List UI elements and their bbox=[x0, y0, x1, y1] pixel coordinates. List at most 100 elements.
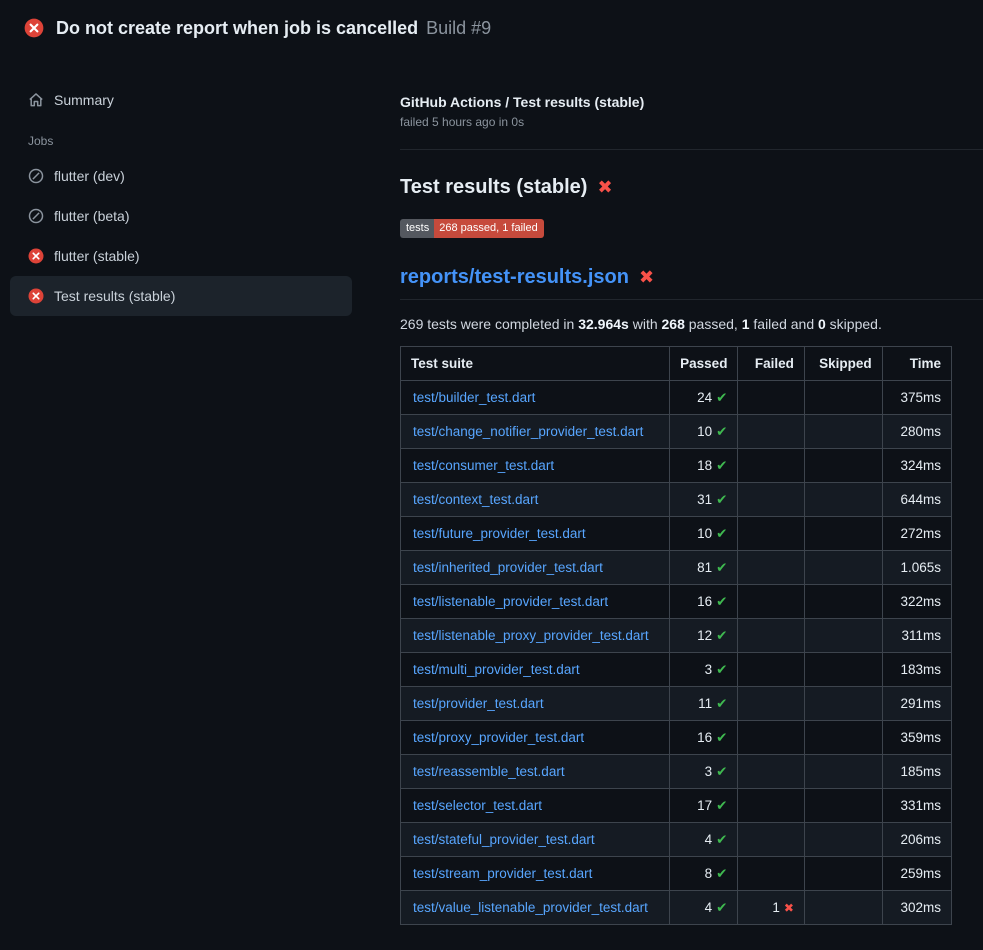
col-failed: Failed bbox=[738, 347, 804, 381]
failed-cell bbox=[738, 721, 804, 755]
report-file-link[interactable]: reports/test-results.json bbox=[400, 266, 629, 289]
time-cell: 359ms bbox=[882, 721, 951, 755]
passed-cell: 8✔ bbox=[670, 857, 738, 891]
skipped-cell bbox=[804, 517, 882, 551]
failed-circle-icon bbox=[28, 288, 44, 304]
time-cell: 280ms bbox=[882, 415, 951, 449]
time-cell: 302ms bbox=[882, 891, 951, 925]
skipped-cell bbox=[804, 789, 882, 823]
check-icon: ✔ bbox=[716, 390, 727, 406]
test-suite-link[interactable]: test/stateful_provider_test.dart bbox=[413, 832, 595, 847]
table-row: test/builder_test.dart 24✔ 375ms bbox=[401, 381, 952, 415]
badge-value: 268 passed, 1 failed bbox=[434, 219, 543, 238]
skipped-cell bbox=[804, 755, 882, 789]
failed-cell bbox=[738, 483, 804, 517]
passed-cell: 4✔ bbox=[670, 823, 738, 857]
failed-cell: 1✖ bbox=[738, 891, 804, 925]
test-suite-link[interactable]: test/value_listenable_provider_test.dart bbox=[413, 900, 648, 915]
x-icon: ✖ bbox=[784, 901, 794, 915]
failed-cell bbox=[738, 517, 804, 551]
test-suite-link[interactable]: test/listenable_proxy_provider_test.dart bbox=[413, 628, 649, 643]
job-label: flutter (stable) bbox=[54, 248, 140, 264]
table-row: test/multi_provider_test.dart 3✔ 183ms bbox=[401, 653, 952, 687]
table-row: test/stateful_provider_test.dart 4✔ 206m… bbox=[401, 823, 952, 857]
test-suite-link[interactable]: test/builder_test.dart bbox=[413, 390, 535, 405]
passed-cell: 10✔ bbox=[670, 415, 738, 449]
check-icon: ✔ bbox=[716, 492, 727, 508]
tests-badge: tests 268 passed, 1 failed bbox=[400, 219, 544, 238]
time-cell: 311ms bbox=[882, 619, 951, 653]
jobs-section-label: Jobs bbox=[28, 134, 376, 148]
x-icon: ✖ bbox=[597, 177, 612, 198]
time-cell: 331ms bbox=[882, 789, 951, 823]
check-icon: ✔ bbox=[716, 560, 727, 576]
skipped-cell bbox=[804, 483, 882, 517]
job-label: flutter (dev) bbox=[54, 168, 125, 184]
sidebar-item-test-results-stable[interactable]: Test results (stable) bbox=[10, 276, 352, 316]
skipped-cell bbox=[804, 551, 882, 585]
time-cell: 206ms bbox=[882, 823, 951, 857]
test-suite-link[interactable]: test/context_test.dart bbox=[413, 492, 538, 507]
skipped-cell bbox=[804, 687, 882, 721]
test-suite-link[interactable]: test/listenable_provider_test.dart bbox=[413, 594, 608, 609]
skipped-cell bbox=[804, 415, 882, 449]
results-table: Test suite Passed Failed Skipped Time te… bbox=[400, 346, 952, 925]
time-cell: 291ms bbox=[882, 687, 951, 721]
test-suite-link[interactable]: test/proxy_provider_test.dart bbox=[413, 730, 584, 745]
failed-cell bbox=[738, 857, 804, 891]
failed-cell bbox=[738, 755, 804, 789]
main-content: GitHub Actions / Test results (stable) f… bbox=[400, 56, 983, 925]
passed-cell: 81✔ bbox=[670, 551, 738, 585]
col-skipped: Skipped bbox=[804, 347, 882, 381]
check-icon: ✔ bbox=[716, 866, 727, 882]
test-suite-link[interactable]: test/reassemble_test.dart bbox=[413, 764, 565, 779]
time-cell: 183ms bbox=[882, 653, 951, 687]
skipped-cell bbox=[804, 653, 882, 687]
test-suite-link[interactable]: test/change_notifier_provider_test.dart bbox=[413, 424, 643, 439]
home-icon bbox=[28, 92, 44, 108]
check-icon: ✔ bbox=[716, 764, 727, 780]
sidebar-item-flutter-beta[interactable]: flutter (beta) bbox=[24, 196, 376, 236]
col-time: Time bbox=[882, 347, 951, 381]
check-icon: ✔ bbox=[716, 526, 727, 542]
table-row: test/consumer_test.dart 18✔ 324ms bbox=[401, 449, 952, 483]
skipped-cell bbox=[804, 823, 882, 857]
time-cell: 1.065s bbox=[882, 551, 951, 585]
sidebar-item-flutter-stable[interactable]: flutter (stable) bbox=[24, 236, 376, 276]
passed-cell: 11✔ bbox=[670, 687, 738, 721]
time-cell: 322ms bbox=[882, 585, 951, 619]
table-row: test/context_test.dart 31✔ 644ms bbox=[401, 483, 952, 517]
failed-circle-icon bbox=[24, 18, 44, 38]
test-suite-link[interactable]: test/multi_provider_test.dart bbox=[413, 662, 580, 677]
passed-cell: 12✔ bbox=[670, 619, 738, 653]
test-suite-link[interactable]: test/inherited_provider_test.dart bbox=[413, 560, 603, 575]
report-heading: reports/test-results.json ✖ bbox=[400, 266, 983, 300]
run-meta: failed 5 hours ago in 0s bbox=[400, 115, 952, 129]
passed-cell: 16✔ bbox=[670, 721, 738, 755]
breadcrumb: GitHub Actions / Test results (stable) bbox=[400, 94, 952, 110]
test-suite-link[interactable]: test/stream_provider_test.dart bbox=[413, 866, 592, 881]
table-row: test/stream_provider_test.dart 8✔ 259ms bbox=[401, 857, 952, 891]
run-title: Do not create report when job is cancell… bbox=[56, 18, 418, 39]
failed-circle-icon bbox=[28, 248, 44, 264]
sidebar-item-flutter-dev[interactable]: flutter (dev) bbox=[24, 156, 376, 196]
table-row: test/listenable_provider_test.dart 16✔ 3… bbox=[401, 585, 952, 619]
job-label: flutter (beta) bbox=[54, 208, 129, 224]
failed-cell bbox=[738, 653, 804, 687]
skipped-cell bbox=[804, 381, 882, 415]
failed-cell bbox=[738, 789, 804, 823]
skipped-cell bbox=[804, 857, 882, 891]
table-row: test/value_listenable_provider_test.dart… bbox=[401, 891, 952, 925]
sidebar-item-summary[interactable]: Summary bbox=[24, 80, 376, 120]
test-suite-link[interactable]: test/consumer_test.dart bbox=[413, 458, 554, 473]
failed-cell bbox=[738, 415, 804, 449]
table-row: test/inherited_provider_test.dart 81✔ 1.… bbox=[401, 551, 952, 585]
check-title: Test results (stable) bbox=[400, 176, 587, 199]
cancelled-icon bbox=[28, 208, 44, 224]
badge-label: tests bbox=[400, 219, 434, 238]
test-suite-link[interactable]: test/future_provider_test.dart bbox=[413, 526, 586, 541]
passed-cell: 3✔ bbox=[670, 653, 738, 687]
passed-cell: 3✔ bbox=[670, 755, 738, 789]
test-suite-link[interactable]: test/provider_test.dart bbox=[413, 696, 544, 711]
test-suite-link[interactable]: test/selector_test.dart bbox=[413, 798, 542, 813]
